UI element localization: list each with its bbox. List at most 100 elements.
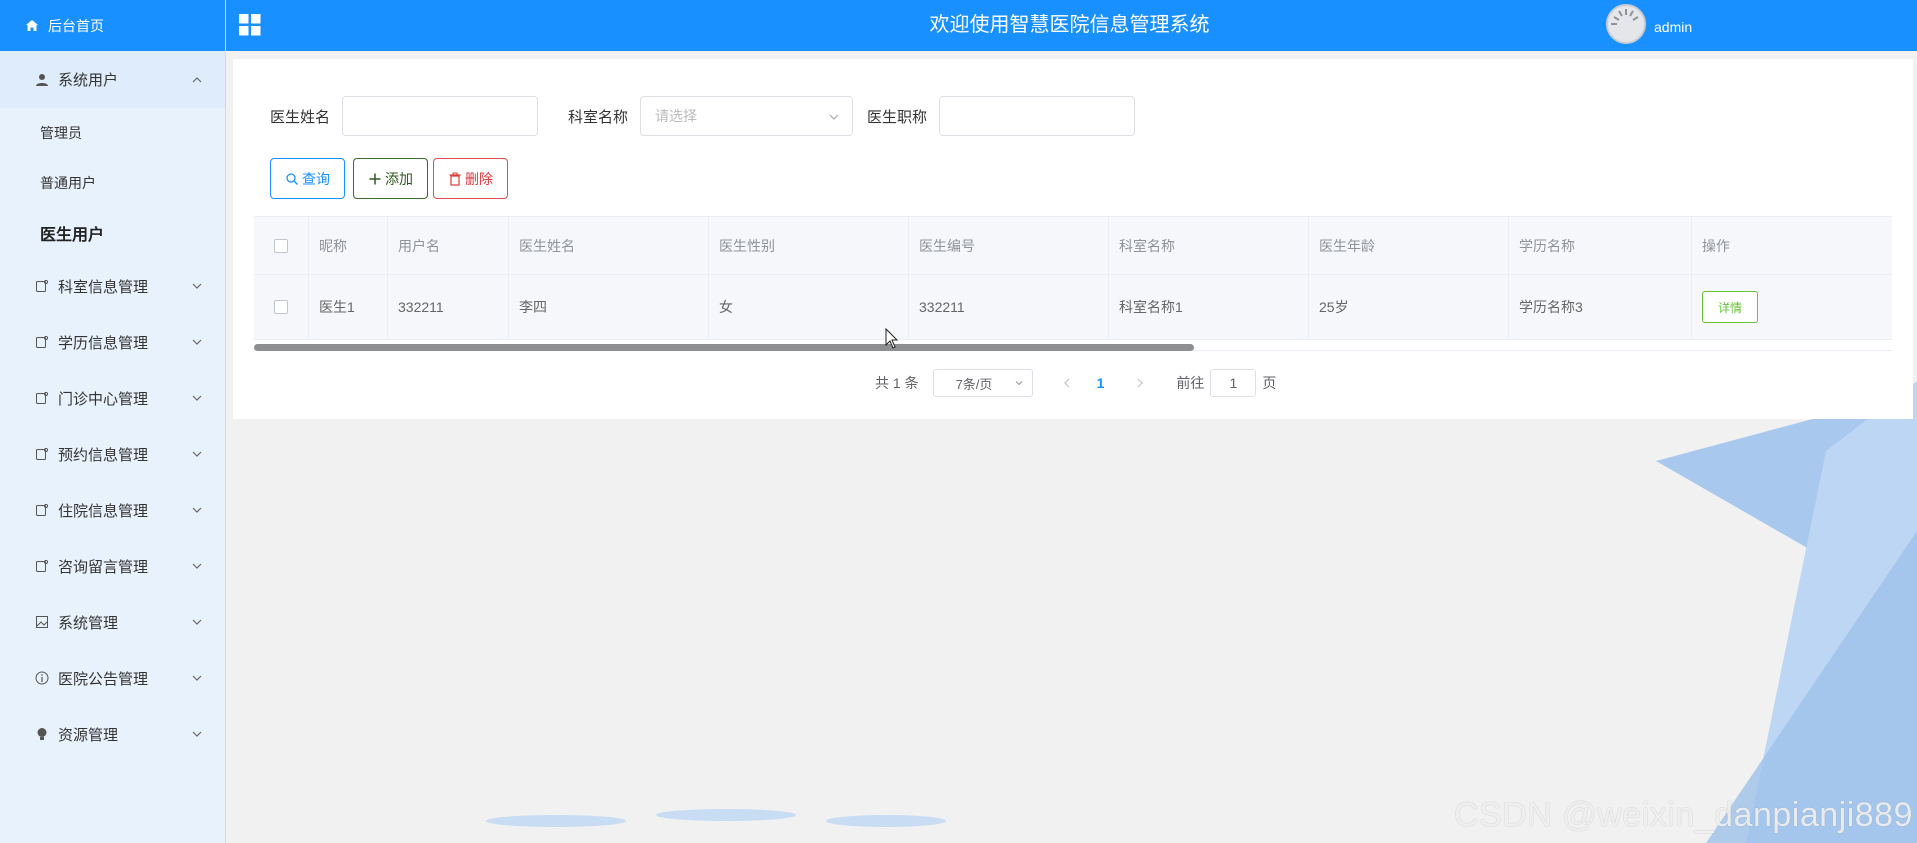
sidebar-group-label: 系统用户 <box>58 72 119 89</box>
add-button[interactable]: 添加 <box>353 158 428 199</box>
sidebar-item-inpatient[interactable]: 住院信息管理 <box>0 482 225 538</box>
chevron-down-icon <box>192 619 202 625</box>
pagination: 共 1 条 7条/页 1 前往 1 页 <box>875 368 1276 398</box>
trash-icon <box>449 172 461 186</box>
tag-icon <box>36 392 48 404</box>
info-icon <box>35 671 49 685</box>
sidebar-item-label: 预约信息管理 <box>58 446 149 464</box>
column-header: 昵称 <box>309 217 388 274</box>
sidebar-group-system-users[interactable]: 系统用户 <box>0 51 225 108</box>
prev-page-icon[interactable] <box>1061 377 1073 389</box>
page-size-value: 7条/页 <box>955 376 993 392</box>
chevron-down-icon <box>829 114 839 120</box>
doctor-name-input[interactable] <box>342 96 539 136</box>
mouse-cursor-icon <box>885 328 899 349</box>
home-icon <box>26 19 38 31</box>
sidebar-item-appointment[interactable]: 预约信息管理 <box>0 426 225 482</box>
sidebar-item-label: 普通用户 <box>40 175 96 191</box>
table-row: 医生1 332211 李四 女 332211 科室名称1 25岁 学历名称3 详… <box>254 275 1892 340</box>
pagination-total: 共 1 条 <box>875 375 919 391</box>
delete-button-label: 删除 <box>465 170 493 187</box>
sidebar-item-notice[interactable]: 医院公告管理 <box>0 650 225 706</box>
chevron-down-icon <box>192 451 202 457</box>
watermark: CSDN @weixin_danpianji889 <box>1453 796 1913 834</box>
goto-value: 1 <box>1229 375 1238 391</box>
cell-operations: 详情 <box>1692 275 1892 339</box>
query-button-label: 查询 <box>302 170 330 187</box>
query-button[interactable]: 查询 <box>270 158 345 199</box>
sidebar-item-system[interactable]: 系统管理 <box>0 594 225 650</box>
cell-doctor-code: 332211 <box>909 275 1109 339</box>
tag-icon <box>36 336 48 348</box>
cell-age: 25岁 <box>1309 275 1509 339</box>
username[interactable]: admin <box>1654 0 1692 54</box>
column-header: 医生性别 <box>709 217 909 274</box>
user-icon <box>36 73 48 86</box>
sidebar-item-education[interactable]: 学历信息管理 <box>0 314 225 370</box>
horizontal-scrollbar[interactable] <box>254 344 1194 351</box>
chevron-down-icon <box>192 507 202 513</box>
page-size-select[interactable]: 7条/页 <box>932 369 1033 397</box>
sidebar-item-label: 咨询留言管理 <box>58 558 149 576</box>
column-header: 医生编号 <box>909 217 1109 274</box>
chevron-up-icon <box>192 76 202 82</box>
column-header: 操作 <box>1702 237 1730 254</box>
bulb-icon <box>37 728 47 740</box>
sidebar: 后台首页 系统用户 管理员 普通用户 医生用户 科室信息管理 学历信息管理 门诊… <box>0 0 226 843</box>
avatar[interactable] <box>1606 4 1646 44</box>
search-icon <box>286 172 298 185</box>
dept-placeholder: 请选择 <box>655 108 698 124</box>
row-checkbox-cell <box>254 275 309 339</box>
sidebar-item-clinic[interactable]: 门诊中心管理 <box>0 370 225 426</box>
sidebar-home[interactable]: 后台首页 <box>0 0 225 51</box>
sidebar-item-label: 住院信息管理 <box>58 502 149 520</box>
cell-nickname: 医生1 <box>309 275 388 339</box>
spinner-icon <box>1611 9 1639 25</box>
title-label: 医生职称 <box>867 108 928 126</box>
sidebar-item-dept[interactable]: 科室信息管理 <box>0 258 225 314</box>
current-page[interactable]: 1 <box>1097 375 1105 391</box>
top-header: 欢迎使用智慧医院信息管理系统 admin <box>226 0 1917 51</box>
sidebar-item-label: 资源管理 <box>58 726 119 744</box>
doctor-name-label: 医生姓名 <box>270 108 331 126</box>
select-all-checkbox[interactable] <box>274 238 288 253</box>
sidebar-item-label: 门诊中心管理 <box>58 390 149 408</box>
goto-label: 前往 <box>1176 375 1205 391</box>
row-checkbox[interactable] <box>274 300 288 314</box>
chevron-down-icon <box>1015 381 1022 386</box>
chevron-down-icon <box>192 339 202 345</box>
search-form: 医生姓名 科室名称 请选择 医生职称 <box>270 96 1136 136</box>
chevron-down-icon <box>192 283 202 289</box>
tag-icon <box>36 448 48 460</box>
chevron-down-icon <box>192 395 202 401</box>
goto-page-input[interactable]: 1 <box>1210 369 1257 397</box>
detail-button[interactable]: 详情 <box>1702 291 1758 323</box>
title-input[interactable] <box>939 96 1136 136</box>
tag-icon <box>36 280 48 292</box>
dept-select[interactable]: 请选择 <box>640 96 854 136</box>
header-checkbox-cell <box>254 217 309 274</box>
sidebar-item-admin[interactable]: 管理员 <box>0 108 225 158</box>
add-button-label: 添加 <box>385 170 413 187</box>
doctor-table: 昵称 用户名 医生姓名 医生性别 医生编号 科室名称 医生年龄 学历名称 操作 … <box>254 216 1892 340</box>
sidebar-submenu: 管理员 普通用户 医生用户 <box>0 108 225 258</box>
page-suffix: 页 <box>1262 375 1277 391</box>
sidebar-item-label: 系统管理 <box>58 614 119 632</box>
sidebar-item-consult[interactable]: 咨询留言管理 <box>0 538 225 594</box>
delete-button[interactable]: 删除 <box>433 158 508 199</box>
sidebar-item-doctor-users[interactable]: 医生用户 <box>0 208 225 258</box>
column-header: 医生年龄 <box>1309 217 1509 274</box>
sidebar-item-normal-users[interactable]: 普通用户 <box>0 158 225 208</box>
table-header: 昵称 用户名 医生姓名 医生性别 医生编号 科室名称 医生年龄 学历名称 操作 <box>254 216 1892 275</box>
sidebar-item-resource[interactable]: 资源管理 <box>0 706 225 762</box>
dept-label: 科室名称 <box>568 108 629 126</box>
cell-gender: 女 <box>709 275 909 339</box>
sidebar-item-label: 医生用户 <box>40 227 105 244</box>
chevron-down-icon <box>192 563 202 569</box>
chevron-down-icon <box>192 731 202 737</box>
sidebar-item-label: 学历信息管理 <box>58 334 149 352</box>
next-page-icon[interactable] <box>1134 377 1146 389</box>
sidebar-item-label: 管理员 <box>40 125 82 141</box>
plus-icon <box>369 173 381 184</box>
chevron-down-icon <box>192 675 202 681</box>
